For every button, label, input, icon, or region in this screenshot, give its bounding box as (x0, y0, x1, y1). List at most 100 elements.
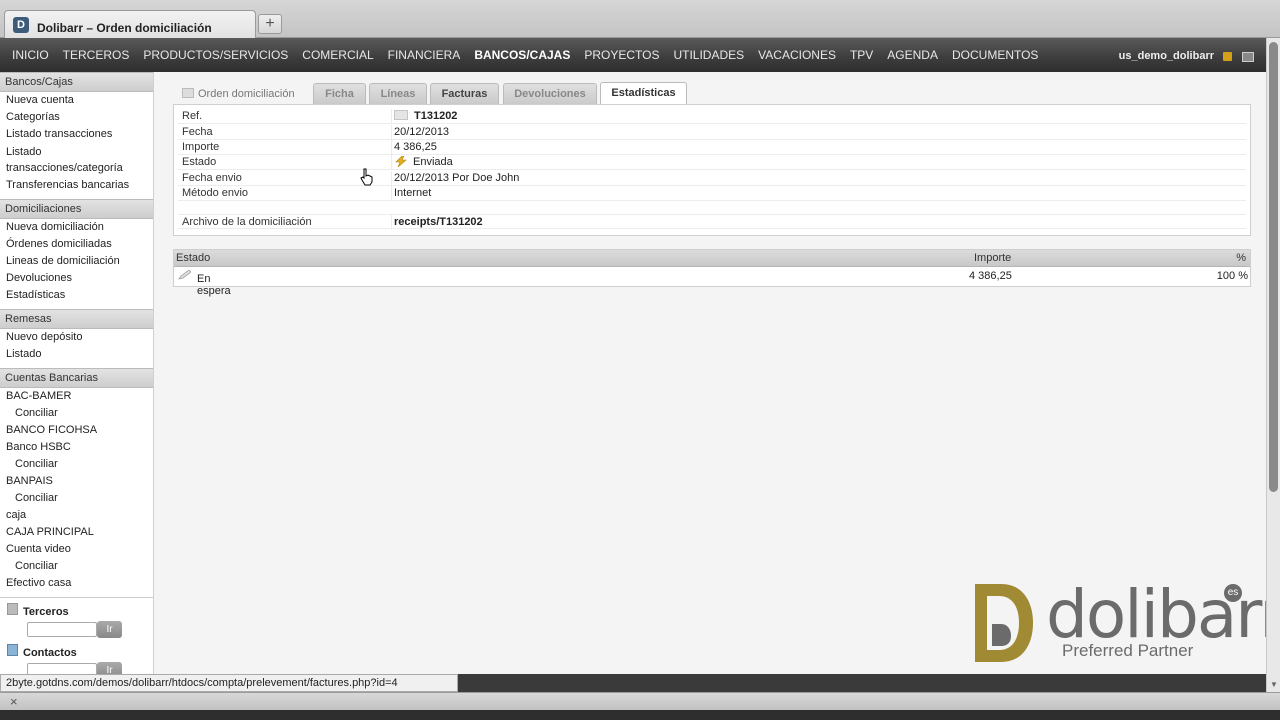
sidebar-item-account[interactable]: Efectivo casa (0, 575, 153, 592)
menu-financiera[interactable]: FINANCIERA (381, 48, 468, 62)
menu-proyectos[interactable]: PROYECTOS (577, 48, 666, 62)
vertical-scrollbar[interactable]: ▼ (1266, 38, 1280, 692)
hand-cursor-icon (360, 168, 373, 186)
search-terceros: Terceros Ir (0, 597, 153, 639)
sidebar-item-transferencias[interactable]: Transferencias bancarias (0, 177, 153, 194)
scrollbar-thumb[interactable] (1269, 42, 1278, 492)
browser-tab-title: Dolibarr – Orden domiciliación (37, 21, 212, 35)
menu-comercial[interactable]: COMERCIAL (295, 48, 380, 62)
dolibarr-favicon-icon: D (13, 17, 29, 33)
menu-productos[interactable]: PRODUCTOS/SERVICIOS (136, 48, 295, 62)
dolibarr-d-icon (975, 584, 1033, 662)
sidebar-item-estadisticas[interactable]: Estadísticas (0, 287, 153, 304)
menu-tpv[interactable]: TPV (843, 48, 880, 62)
col-estado: Estado (176, 252, 211, 264)
close-icon[interactable]: × (10, 694, 18, 709)
menu-documentos[interactable]: DOCUMENTOS (945, 48, 1045, 62)
bottom-edge (0, 710, 1280, 720)
ref-label: Ref. (182, 110, 203, 122)
pencil-icon (178, 270, 191, 280)
col-importe: Importe (974, 252, 1012, 264)
menu-vacaciones[interactable]: VACACIONES (751, 48, 843, 62)
search-terceros-label: Terceros (23, 606, 69, 618)
logo-badge: es (1224, 584, 1242, 602)
tab-lineas[interactable]: Líneas (369, 83, 427, 104)
sidebar-item-listado-transacciones[interactable]: Listado transacciones (0, 126, 153, 143)
search-contactos-label: Contactos (23, 647, 77, 659)
sidebar-item-nueva-domiciliacion[interactable]: Nueva domiciliación (0, 219, 153, 236)
sidebar-item-ordenes[interactable]: Órdenes domiciliadas (0, 236, 153, 253)
sidebar-item-account[interactable]: BANPAIS (0, 473, 153, 490)
sidebar-item-account[interactable]: Cuenta video (0, 541, 153, 558)
detail-row-archivo: Archivo de la domiciliación receipts/T13… (178, 214, 1246, 230)
tab-ficha[interactable]: Ficha (313, 83, 366, 104)
left-sidebar: Bancos/Cajas Nueva cuenta Categorías Lis… (0, 72, 154, 674)
sidebar-item-listado-categoria[interactable]: Listado transacciones/categoría (0, 143, 153, 177)
document-icon (394, 110, 408, 120)
search-contactos-input[interactable] (27, 663, 97, 674)
sidebar-item-conciliar[interactable]: Conciliar (0, 558, 153, 575)
fecha-envio-label: Fecha envio (182, 172, 242, 184)
estado-value-text: Enviada (413, 156, 453, 168)
metodo-label: Método envio (182, 187, 249, 199)
sidebar-item-conciliar[interactable]: Conciliar (0, 490, 153, 507)
search-terceros-button[interactable]: Ir (97, 621, 122, 638)
detail-row-ref: Ref. T131202 (178, 109, 1246, 124)
sidebar-item-account[interactable]: Banco HSBC (0, 439, 153, 456)
detail-row-metodo: Método envio Internet (178, 186, 1246, 201)
print-icon[interactable] (1242, 52, 1254, 62)
row-importe: 4 386,25 (969, 270, 1012, 282)
sidebar-item-account[interactable]: CAJA PRINCIPAL (0, 524, 153, 541)
row-estado: En espera (178, 270, 231, 297)
fecha-envio-value: 20/12/2013 Por Doe John (394, 172, 520, 184)
importe-label: Importe (182, 141, 220, 153)
menu-utilidades[interactable]: UTILIDADES (666, 48, 751, 62)
sidebar-head-bancos[interactable]: Bancos/Cajas (0, 72, 153, 92)
menu-bancos-cajas[interactable]: BANCOS/CAJAS (467, 48, 577, 62)
dolibarr-logo: dolibarr es Preferred Partner (972, 576, 1266, 672)
scroll-down-icon[interactable]: ▼ (1270, 680, 1278, 689)
sidebar-head-domiciliaciones[interactable]: Domiciliaciones (0, 199, 153, 219)
logo-subtitle: Preferred Partner (1062, 641, 1194, 660)
sidebar-item-account[interactable]: BANCO FICOHSA (0, 422, 153, 439)
user-login[interactable]: us_demo_dolibarr (1119, 50, 1214, 62)
sidebar-item-devoluciones[interactable]: Devoluciones (0, 270, 153, 287)
sidebar-item-categorias[interactable]: Categorías (0, 109, 153, 126)
tab-facturas[interactable]: Facturas (430, 83, 499, 104)
sidebar-item-conciliar[interactable]: Conciliar (0, 456, 153, 473)
main-menu: INICIO TERCEROS PRODUCTOS/SERVICIOS COME… (5, 38, 1045, 72)
tab-devoluciones[interactable]: Devoluciones (503, 83, 597, 104)
metodo-value: Internet (394, 187, 432, 199)
menu-terceros[interactable]: TERCEROS (56, 48, 137, 62)
order-details: Ref. T131202 Fecha 20/12/2013 Importe 4 … (173, 104, 1251, 236)
sidebar-item-account[interactable]: caja (0, 507, 153, 524)
importe-value: 4 386,25 (394, 141, 437, 153)
sidebar-item-nuevo-deposito[interactable]: Nuevo depósito (0, 329, 153, 346)
fecha-value: 20/12/2013 (394, 126, 450, 138)
status-url: 2byte.gotdns.com/demos/dolibarr/htdocs/c… (0, 674, 458, 692)
sidebar-item-conciliar[interactable]: Conciliar (0, 405, 153, 422)
col-pct: % (1236, 252, 1246, 264)
sidebar-item-nueva-cuenta[interactable]: Nueva cuenta (0, 92, 153, 109)
menu-inicio[interactable]: INICIO (5, 48, 56, 62)
detail-row-fecha-envio: Fecha envio 20/12/2013 Por Doe John (178, 171, 1246, 186)
detail-row-estado: Estado Enviada (178, 155, 1246, 170)
document-icon (182, 88, 194, 98)
lock-icon[interactable] (1223, 52, 1232, 61)
sidebar-item-lineas[interactable]: Lineas de domiciliación (0, 253, 153, 270)
contact-icon (7, 644, 18, 656)
row-estado-text: En espera (197, 273, 231, 297)
sidebar-head-remesas[interactable]: Remesas (0, 309, 153, 329)
tab-estadisticas[interactable]: Estadísticas (600, 82, 687, 104)
search-contactos-button[interactable]: Ir (97, 662, 122, 674)
menu-agenda[interactable]: AGENDA (880, 48, 945, 62)
archivo-link[interactable]: receipts/T131202 (394, 216, 483, 228)
search-terceros-input[interactable] (27, 622, 97, 637)
new-tab-button[interactable]: + (258, 14, 282, 34)
sidebar-item-account[interactable]: BAC-BAMER (0, 388, 153, 405)
sidebar-item-listado[interactable]: Listado (0, 346, 153, 363)
estado-label: Estado (182, 156, 217, 168)
browser-tab[interactable]: D Dolibarr – Orden domiciliación (4, 10, 256, 38)
browser-toolbar: D Dolibarr – Orden domiciliación + (0, 0, 1280, 38)
sidebar-head-cuentas[interactable]: Cuentas Bancarias (0, 368, 153, 388)
